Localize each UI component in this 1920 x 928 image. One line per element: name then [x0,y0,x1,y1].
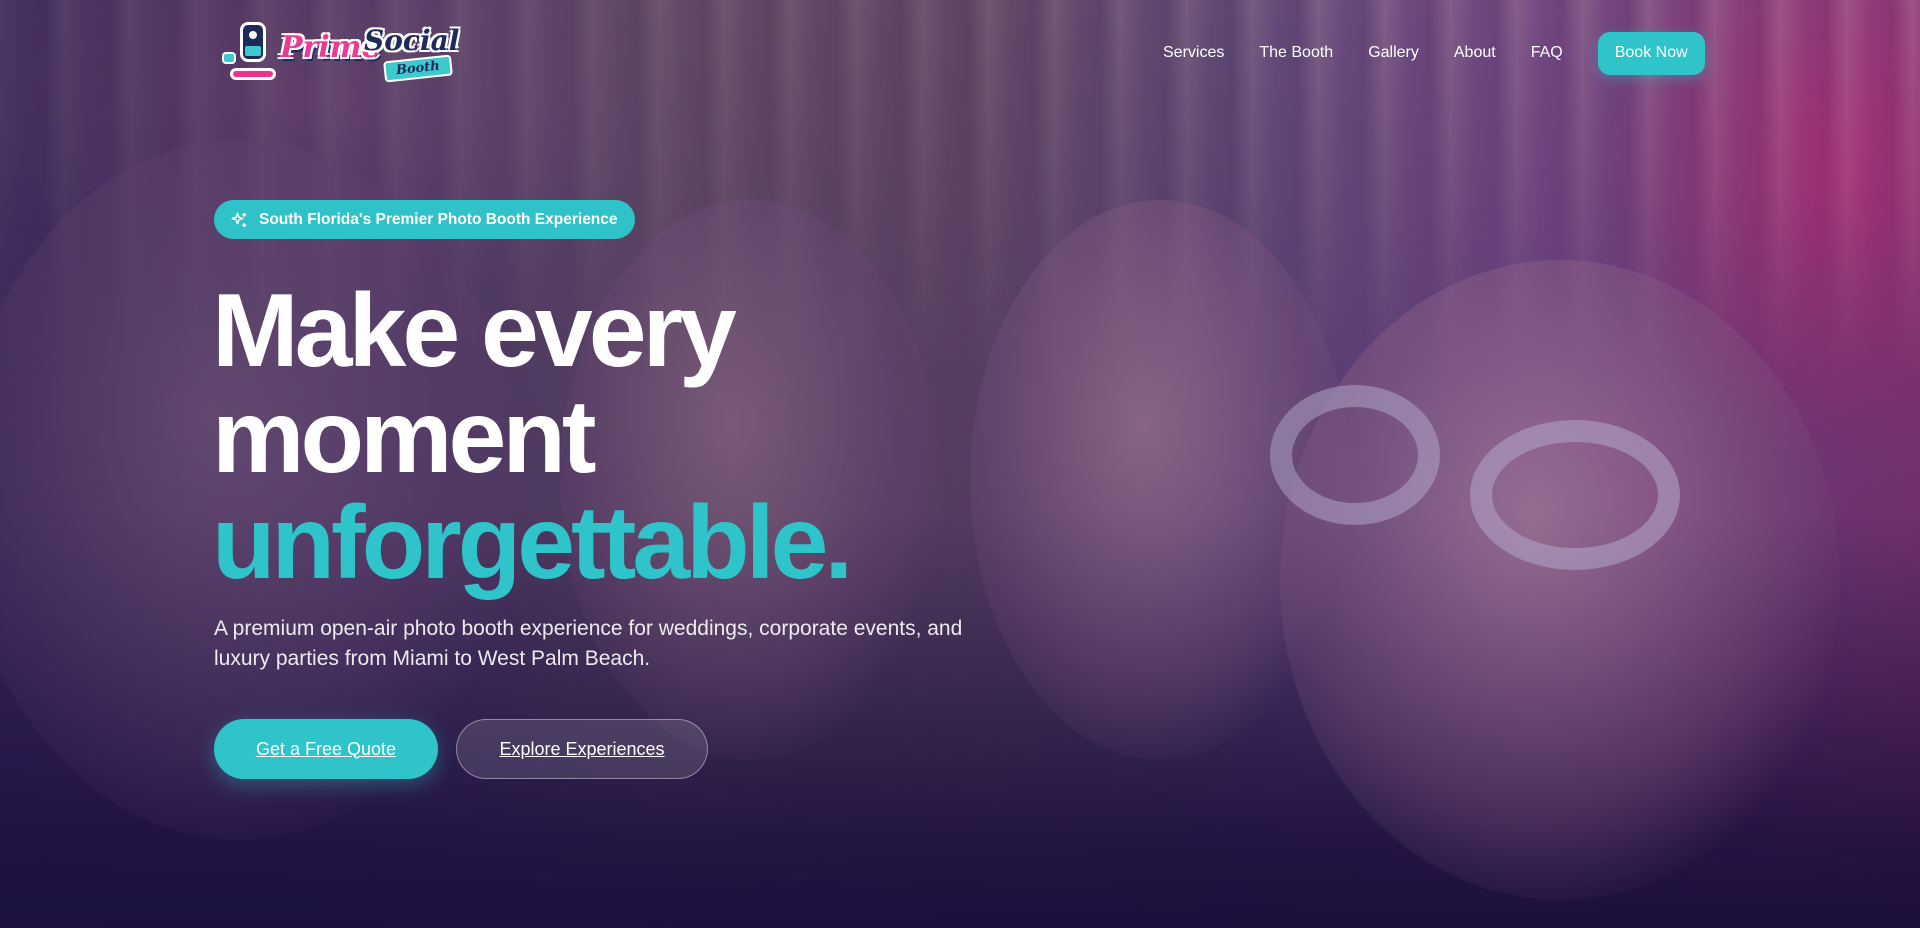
photo-booth-logo-icon [222,18,278,84]
nav-item-about[interactable]: About [1454,44,1496,62]
book-now-button[interactable]: Book Now [1597,31,1705,75]
logo-booth-text: Booth [383,54,453,83]
hero-badge-text: South Florida's Premier Photo Booth Expe… [259,210,618,228]
nav-item-faq[interactable]: FAQ [1531,44,1563,62]
nav-item-gallery[interactable]: Gallery [1368,44,1419,62]
nav-item-services[interactable]: Services [1163,44,1224,62]
logo-social-text: Social [364,24,460,57]
hero-subtitle: A premium open-air photo booth experienc… [214,617,963,670]
headline-line-1: Make every [212,273,737,389]
nav-item-the-booth[interactable]: The Booth [1259,44,1333,62]
explore-experiences-button[interactable]: Explore Experiences [456,719,708,779]
hero-badge: South Florida's Premier Photo Booth Expe… [214,200,635,239]
get-free-quote-button[interactable]: Get a Free Quote [214,719,438,779]
main-nav: Services The Booth Gallery About FAQ Boo… [1163,31,1705,75]
site-header: Prime Social Booth Services The Booth Ga… [0,0,1920,106]
brand-logo[interactable]: Prime Social Booth [222,14,462,88]
headline-line-2: moment [212,379,596,495]
headline-accent: unforgettable. [212,485,853,601]
hero-headline: Make every moment unforgettable. [212,278,1112,596]
sparkles-icon [230,211,248,229]
